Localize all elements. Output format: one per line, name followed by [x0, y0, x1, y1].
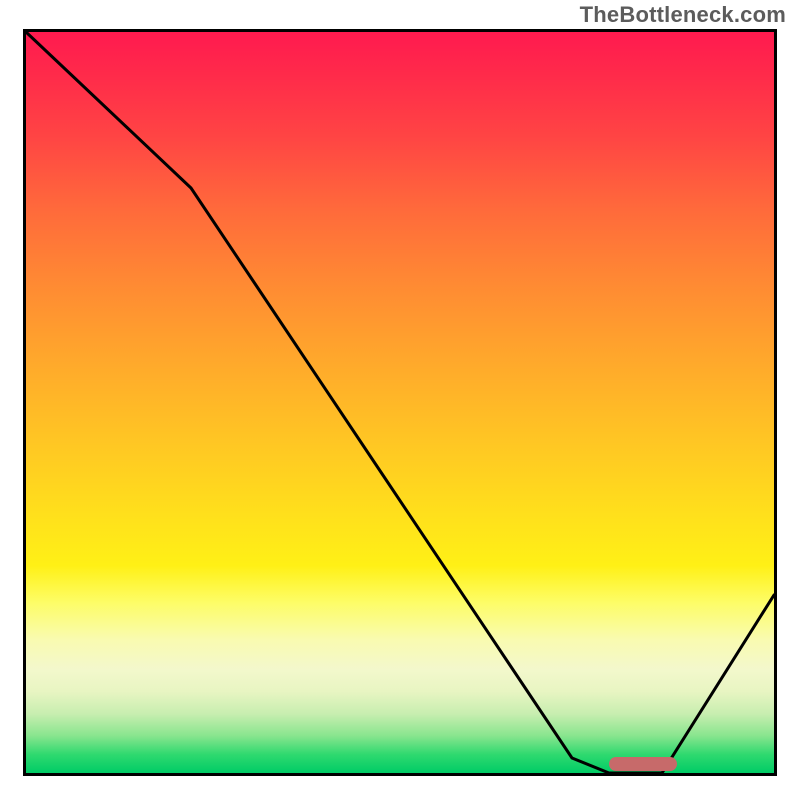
curve-path: [26, 32, 774, 773]
optimal-range-marker: [609, 757, 677, 771]
attribution-text: TheBottleneck.com: [580, 2, 786, 28]
chart-container: [23, 29, 777, 776]
bottleneck-curve: [26, 32, 774, 773]
